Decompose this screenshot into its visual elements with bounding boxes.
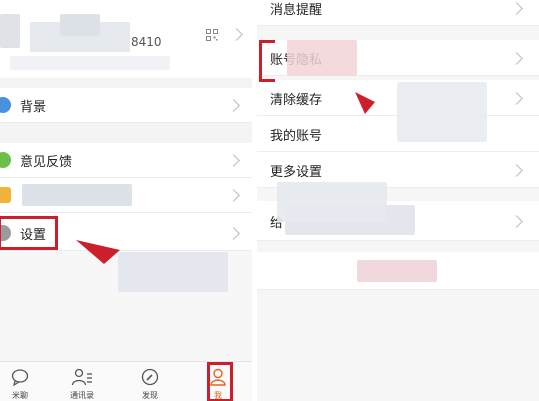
me-tab-highlight-box bbox=[207, 362, 233, 401]
profile-card[interactable]: 8410 bbox=[0, 0, 252, 78]
chevron-right-icon bbox=[510, 2, 523, 15]
bottom-tab-bar: 米聊 通讯录 发现 我 bbox=[0, 361, 252, 401]
label-blur bbox=[287, 40, 357, 76]
section-gap bbox=[0, 123, 252, 143]
contacts-icon bbox=[71, 368, 92, 386]
section-gap bbox=[0, 78, 252, 88]
background-icon bbox=[0, 97, 11, 113]
menu-item-blurred[interactable] bbox=[0, 178, 252, 213]
tab-discover[interactable]: 发现 bbox=[130, 362, 170, 401]
chat-icon bbox=[11, 369, 29, 386]
settings-item-notifications[interactable]: 消息提醒 bbox=[257, 0, 539, 26]
settings-item-privacy[interactable]: 账号隐私 bbox=[257, 40, 539, 76]
tab-chat[interactable]: 米聊 bbox=[0, 362, 40, 401]
menu-item-label: 意见反馈 bbox=[20, 155, 73, 170]
tab-label: 通讯录 bbox=[70, 391, 94, 400]
chevron-right-icon bbox=[510, 164, 523, 177]
settings-page: 消息提醒 账号隐私 清除缓存 我的账号 更多设置 给 bbox=[257, 0, 539, 401]
blur-patch bbox=[397, 82, 487, 142]
tab-label: 发现 bbox=[142, 391, 158, 400]
profile-blur-4 bbox=[10, 56, 170, 70]
settings-item-label: 消息提醒 bbox=[270, 3, 323, 18]
tab-label: 米聊 bbox=[12, 391, 28, 400]
menu-item-background[interactable]: 背景 bbox=[0, 88, 252, 123]
profile-blur-3 bbox=[60, 14, 100, 36]
profile-id: 8410 bbox=[131, 35, 162, 49]
feedback-icon bbox=[0, 152, 11, 168]
settings-item-label: 清除缓存 bbox=[270, 93, 323, 108]
settings-highlight-box bbox=[0, 216, 58, 250]
menu-item-label: 背景 bbox=[20, 100, 47, 115]
settings-item-label: 更多设置 bbox=[270, 165, 323, 180]
tab-contacts[interactable]: 通讯录 bbox=[62, 362, 102, 401]
chevron-right-icon bbox=[227, 227, 240, 240]
menu-item-feedback[interactable]: 意见反馈 bbox=[0, 143, 252, 178]
blur-patch bbox=[118, 252, 228, 292]
discover-icon bbox=[141, 368, 159, 386]
logout-blur bbox=[357, 260, 437, 282]
me-page: 8410 背景 意见反馈 设置 米聊 通讯录 发现 我 bbox=[0, 0, 252, 401]
qr-code-icon[interactable] bbox=[206, 29, 218, 41]
chevron-right-icon bbox=[510, 52, 523, 65]
settings-item-label: 我的账号 bbox=[270, 129, 323, 144]
chevron-right-icon bbox=[510, 92, 523, 105]
pointer-arrow-icon bbox=[76, 240, 120, 264]
chevron-right-icon bbox=[227, 189, 240, 202]
label-blur bbox=[22, 184, 132, 206]
chevron-right-icon bbox=[227, 99, 240, 112]
wallet-icon bbox=[0, 187, 11, 203]
profile-blur-1 bbox=[0, 14, 20, 48]
privacy-highlight-box bbox=[259, 40, 275, 82]
chevron-right-icon bbox=[230, 28, 243, 41]
blur-patch bbox=[277, 182, 387, 222]
settings-item-logout[interactable] bbox=[257, 252, 539, 290]
chevron-right-icon bbox=[227, 154, 240, 167]
pointer-arrow-icon bbox=[355, 92, 375, 114]
chevron-right-icon bbox=[510, 215, 523, 228]
